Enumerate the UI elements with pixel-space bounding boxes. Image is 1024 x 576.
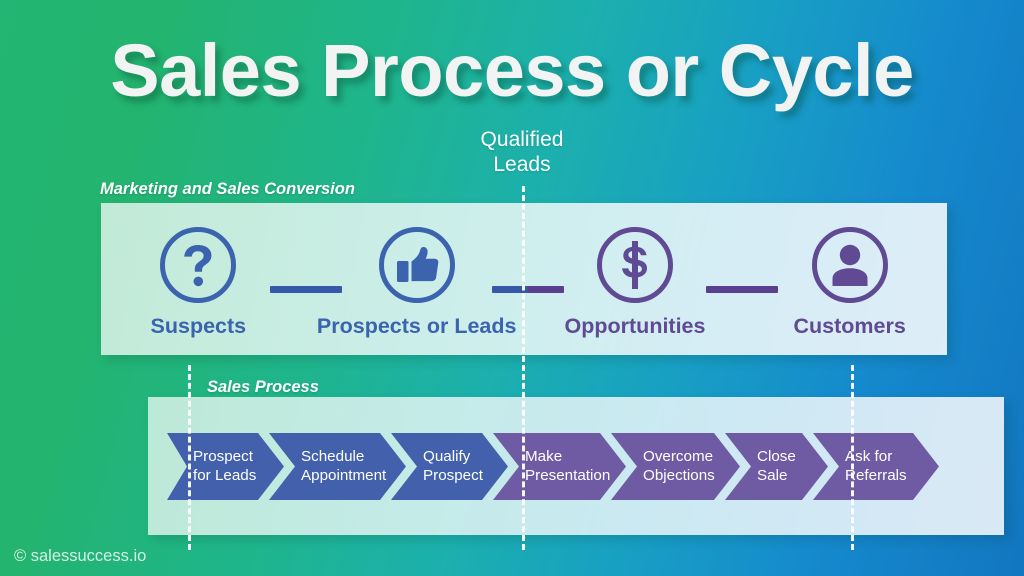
- process-step-schedule-appointment[interactable]: Schedule Appointment: [269, 433, 406, 500]
- process-step-overcome-objections[interactable]: Overcome Objections: [611, 433, 740, 500]
- stage-suspects[interactable]: Suspects: [127, 227, 270, 339]
- process-step-prospect-for-leads[interactable]: Prospect for Leads: [167, 433, 284, 500]
- process-step-row: Prospect for Leads Schedule Appointment …: [167, 433, 924, 500]
- dashed-divider-left: [188, 365, 191, 550]
- step-line-2: Sale: [757, 466, 788, 484]
- stage-label-customers: Customers: [793, 314, 906, 338]
- step-line-1: Make: [525, 447, 563, 465]
- step-line-1: Close: [757, 447, 796, 465]
- person-circle-icon: [811, 227, 888, 303]
- dashed-divider-right: [851, 365, 854, 550]
- connector-1: [269, 286, 342, 293]
- step-line-2: for Leads: [193, 466, 257, 484]
- question-mark-circle-icon: [160, 227, 237, 303]
- stage-label-suspects: Suspects: [150, 314, 247, 338]
- marketing-conversion-caption: Marketing and Sales Conversion: [100, 180, 355, 198]
- step-line-1: Prospect: [193, 447, 253, 465]
- qualified-leads-line-1: Qualified: [480, 128, 564, 151]
- stage-customers[interactable]: Customers: [778, 227, 921, 339]
- step-line-1: Ask for: [845, 447, 893, 465]
- process-step-make-presentation[interactable]: Make Presentation: [493, 433, 626, 500]
- step-line-2: Appointment: [301, 466, 387, 484]
- process-step-close-sale[interactable]: Close Sale: [725, 433, 828, 500]
- watermark: © salessuccess.io: [14, 547, 147, 565]
- qualified-leads-line-2: Leads: [493, 152, 551, 176]
- connector-2: [491, 286, 564, 293]
- process-step-ask-for-referrals[interactable]: Ask for Referrals: [813, 433, 939, 500]
- page-title: Sales Process or Cycle: [110, 29, 914, 112]
- qualified-leads-caption: Qualified Leads: [481, 128, 564, 178]
- step-line-1: Overcome: [643, 447, 714, 465]
- stage-prospects-or-leads[interactable]: Prospects or Leads: [317, 227, 516, 339]
- dashed-divider-middle: [522, 186, 525, 550]
- sales-process-caption: Sales Process: [207, 378, 319, 396]
- thumbs-up-circle-icon: [378, 227, 455, 303]
- stage-opportunities[interactable]: Opportunities: [564, 227, 707, 339]
- step-line-1: Schedule: [301, 447, 365, 465]
- stage-label-opportunities: Opportunities: [564, 314, 706, 338]
- stage-label-prospects-or-leads: Prospects or Leads: [316, 314, 517, 338]
- step-line-2: Prospect: [423, 466, 483, 484]
- dollar-sign-circle-icon: [597, 227, 673, 303]
- process-step-qualify-prospect[interactable]: Qualify Prospect: [391, 433, 508, 500]
- step-line-2: Objections: [643, 466, 715, 484]
- step-line-1: Qualify: [423, 447, 471, 465]
- sales-process-band: Prospect for Leads Schedule Appointment …: [148, 397, 1004, 535]
- step-line-2: Presentation: [525, 466, 611, 484]
- step-line-2: Referrals: [845, 466, 907, 484]
- connector-3: [706, 286, 779, 293]
